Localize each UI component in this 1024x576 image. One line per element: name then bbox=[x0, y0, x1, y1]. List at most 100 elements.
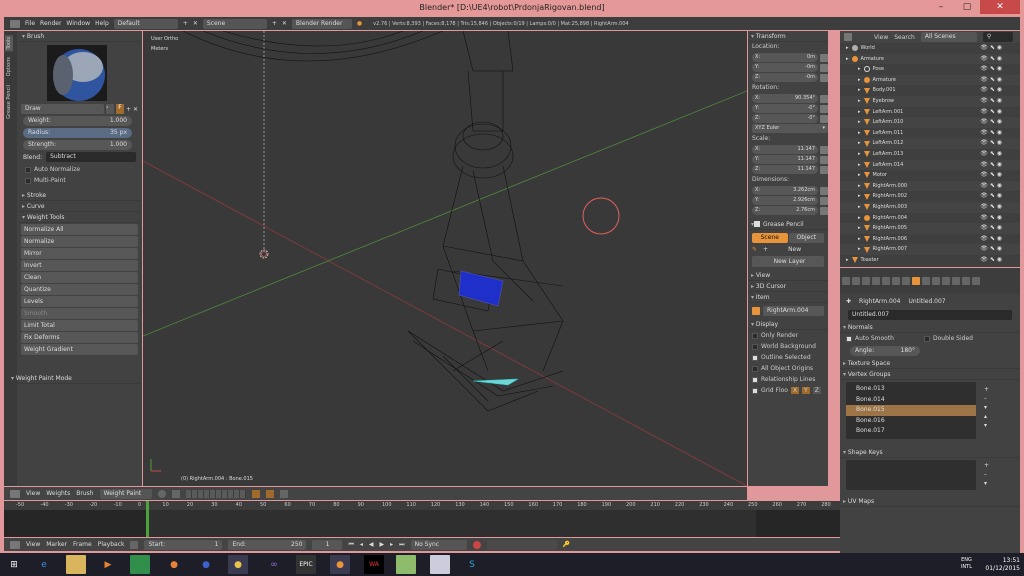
browser-icon[interactable]: ● bbox=[196, 555, 216, 574]
relationship-lines-checkbox[interactable]: Relationship Lines bbox=[748, 374, 828, 385]
visibility-icon[interactable]: 👁 ⬉ ◉ bbox=[980, 170, 1002, 181]
expand-icon[interactable]: ▸ bbox=[846, 255, 849, 266]
grease-pencil-panel-header[interactable]: Grease Pencil bbox=[748, 219, 828, 230]
radius-slider[interactable]: Radius: 35 px bbox=[23, 128, 132, 138]
auto-smooth-checkbox[interactable]: Auto Smooth bbox=[840, 333, 894, 344]
remove-shape-key-icon[interactable]: – bbox=[984, 471, 989, 478]
expand-icon[interactable]: ▸ bbox=[858, 138, 861, 149]
remove-screen-icon[interactable]: ✕ bbox=[193, 20, 198, 27]
lock-icon[interactable] bbox=[820, 53, 828, 62]
visibility-icon[interactable]: 👁 ⬉ ◉ bbox=[980, 202, 1002, 213]
location-row[interactable]: X: 0m bbox=[752, 53, 828, 62]
end-frame-field[interactable]: End: 250 bbox=[228, 539, 307, 550]
scale-row[interactable]: Z: 11.147 bbox=[752, 165, 828, 174]
move-down-icon[interactable]: ▾ bbox=[984, 422, 989, 429]
outliner-item[interactable]: ▸ RightArm.006 👁 ⬉ ◉ bbox=[840, 234, 1020, 245]
expand-icon[interactable]: ▸ bbox=[858, 64, 861, 75]
axis-x-toggle[interactable]: X bbox=[790, 387, 800, 394]
outliner-item[interactable]: ▸ RightArm.003 👁 ⬉ ◉ bbox=[840, 201, 1020, 213]
weight-tool-button[interactable]: Invert bbox=[21, 260, 138, 271]
lock-icon[interactable] bbox=[820, 186, 828, 195]
add-icon[interactable]: + bbox=[763, 246, 768, 253]
vertex-group-list[interactable]: Bone.013 Bone.014 Bone.015 Bone.016 Bone.017 bbox=[846, 382, 976, 439]
lock-icon[interactable] bbox=[820, 155, 828, 164]
visibility-icon[interactable]: 👁 ⬉ ◉ bbox=[980, 149, 1002, 160]
firefox-icon[interactable]: ● bbox=[164, 555, 184, 574]
texture-space-panel-header[interactable]: Texture Space bbox=[840, 358, 1020, 369]
weight-tool-button[interactable]: Limit Total bbox=[21, 320, 138, 331]
expand-icon[interactable]: ▸ bbox=[858, 234, 861, 245]
pivot-icon[interactable] bbox=[171, 489, 180, 498]
lock-icon[interactable] bbox=[820, 104, 828, 113]
outliner-item[interactable]: ▸ Pose 👁 ⬉ ◉ bbox=[840, 64, 1020, 75]
vertex-group-item[interactable]: Bone.015 bbox=[846, 405, 976, 416]
epic-games-icon[interactable]: EPIC bbox=[296, 555, 316, 574]
windows-start-icon[interactable]: ⊞ bbox=[4, 555, 24, 574]
expand-icon[interactable]: ▸ bbox=[858, 213, 861, 224]
screen-layout-select[interactable]: Default bbox=[113, 18, 178, 29]
axis-y-toggle[interactable]: Y bbox=[802, 387, 810, 394]
3d-cursor-panel-header[interactable]: 3D Cursor bbox=[748, 281, 828, 292]
expand-icon[interactable]: ▸ bbox=[858, 128, 861, 139]
tab-grease-pencil[interactable]: Grease Pencil bbox=[5, 83, 13, 121]
properties-tab-icon[interactable] bbox=[882, 277, 890, 285]
weight-tool-button[interactable]: Quantize bbox=[21, 284, 138, 295]
shape-key-specials-icon[interactable]: ▾ bbox=[984, 480, 989, 487]
lock-icon[interactable] bbox=[820, 145, 828, 154]
brush-name-field[interactable]: Draw bbox=[21, 104, 104, 114]
menu-marker[interactable]: Marker bbox=[46, 541, 67, 548]
all-object-origins-checkbox[interactable]: All Object Origins bbox=[748, 363, 828, 374]
expand-icon[interactable]: ▸ bbox=[858, 85, 861, 96]
rotation-row[interactable]: Z: -0° bbox=[752, 114, 828, 123]
vertex-group-item[interactable]: Bone.016 bbox=[846, 416, 976, 427]
menu-weights[interactable]: Weights bbox=[46, 490, 70, 497]
lock-icon[interactable] bbox=[820, 196, 828, 205]
new-layer-button[interactable]: New Layer bbox=[752, 256, 824, 267]
properties-tab-icon[interactable] bbox=[952, 277, 960, 285]
outliner-menu-search[interactable]: Search bbox=[894, 34, 915, 41]
expand-icon[interactable]: ▸ bbox=[858, 117, 861, 128]
menu-view[interactable]: View bbox=[26, 541, 40, 548]
remove-vertex-group-icon[interactable]: – bbox=[984, 395, 989, 402]
vertex-select-icon[interactable] bbox=[265, 489, 274, 498]
display-panel-header[interactable]: Display bbox=[748, 319, 828, 330]
shading-icon[interactable] bbox=[157, 489, 166, 498]
stroke-panel-header[interactable]: Stroke bbox=[19, 190, 140, 201]
visibility-icon[interactable]: 👁 ⬉ ◉ bbox=[980, 128, 1002, 139]
clock[interactable]: 13:51 01/12/2015 bbox=[985, 557, 1020, 573]
render-icon[interactable] bbox=[279, 489, 288, 498]
properties-tab-icon[interactable] bbox=[942, 277, 950, 285]
editor-type-icon[interactable] bbox=[844, 33, 852, 41]
weight-tool-button[interactable]: Fix Deforms bbox=[21, 332, 138, 343]
new-grease-pencil-button[interactable]: New bbox=[788, 246, 801, 253]
new-brush-icon[interactable]: + bbox=[126, 106, 131, 113]
outliner-item[interactable]: ▸ LeftArm.011 👁 ⬉ ◉ bbox=[840, 128, 1020, 139]
expand-icon[interactable]: ▸ bbox=[846, 43, 849, 54]
visibility-icon[interactable]: 👁 ⬉ ◉ bbox=[980, 223, 1002, 234]
vertex-group-item[interactable]: Bone.014 bbox=[846, 395, 976, 406]
menu-frame[interactable]: Frame bbox=[73, 541, 92, 548]
timeline-ruler[interactable]: -50 -40 -30 -20 -10 0 10 20 30 40 50 60 70 80 90 100 110… bbox=[4, 501, 840, 510]
visibility-icon[interactable]: 👁 ⬉ ◉ bbox=[980, 160, 1002, 171]
use-preview-range-icon[interactable] bbox=[130, 540, 139, 549]
expand-icon[interactable]: ▸ bbox=[858, 96, 861, 107]
vertex-group-item[interactable]: Bone.013 bbox=[846, 384, 976, 395]
multi-paint-checkbox[interactable]: Multi-Paint bbox=[19, 175, 140, 186]
expand-icon[interactable]: ▸ bbox=[858, 160, 861, 171]
grease-pencil-scene-tab[interactable]: Scene bbox=[752, 233, 788, 243]
visibility-icon[interactable]: 👁 ⬉ ◉ bbox=[980, 54, 1002, 65]
properties-tab-icon[interactable] bbox=[852, 277, 860, 285]
weight-tool-button[interactable]: Weight Gradient bbox=[21, 344, 138, 355]
outliner-item[interactable]: ▸ LeftArm.012 👁 ⬉ ◉ bbox=[840, 138, 1020, 149]
skype-icon[interactable]: S bbox=[462, 555, 482, 574]
visibility-icon[interactable]: 👁 ⬉ ◉ bbox=[980, 64, 1002, 75]
fake-user-icon[interactable]: F bbox=[115, 104, 124, 114]
weight-paint-mode-panel-header[interactable]: Weight Paint Mode bbox=[8, 373, 140, 384]
properties-tab-icon[interactable] bbox=[872, 277, 880, 285]
wa-app-icon[interactable]: WA bbox=[364, 555, 384, 574]
axis-z-toggle[interactable]: Z bbox=[812, 387, 821, 394]
visibility-icon[interactable]: 👁 ⬉ ◉ bbox=[980, 244, 1002, 255]
outliner-item[interactable]: ▸ RightArm.005 👁 ⬉ ◉ bbox=[840, 223, 1020, 234]
lock-icon[interactable] bbox=[820, 206, 828, 215]
keying-set-field[interactable] bbox=[486, 539, 557, 550]
